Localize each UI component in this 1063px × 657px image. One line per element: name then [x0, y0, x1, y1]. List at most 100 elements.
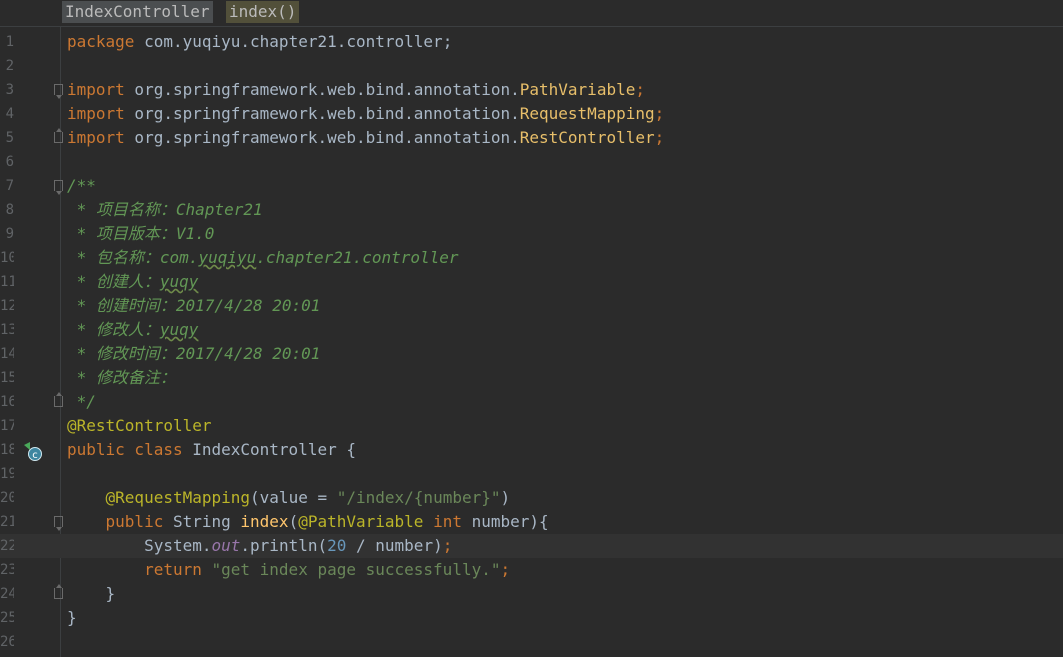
- line-number: 24: [0, 586, 14, 602]
- code-line: 2: [0, 54, 1063, 78]
- semicolon: ;: [500, 560, 511, 579]
- line-number: 22: [0, 538, 14, 554]
- code-text: ): [500, 488, 511, 507]
- code-line: 11 * 创建人：yuqy: [0, 270, 1063, 294]
- semicolon: ;: [654, 104, 665, 123]
- comment-text: * 创建时间：2017/4/28 20:01: [67, 296, 321, 315]
- comment-text: /**: [67, 176, 96, 195]
- line-number: 16: [0, 394, 14, 410]
- code-text: System.: [144, 536, 212, 555]
- code-line: 21 public String index(@PathVariable int…: [0, 510, 1063, 534]
- line-number: 18: [0, 442, 14, 458]
- code-text: (: [288, 512, 299, 531]
- fold-end-icon[interactable]: [54, 392, 63, 407]
- fold-end-icon[interactable]: [54, 584, 63, 599]
- static-field: out: [211, 536, 241, 555]
- fold-toggle-icon[interactable]: [54, 516, 63, 531]
- code-line: 26: [0, 630, 1063, 654]
- line-number: 21: [0, 514, 14, 530]
- breadcrumb-method[interactable]: index(): [226, 1, 300, 23]
- package-keyword: package: [67, 32, 135, 51]
- line-number: 6: [5, 154, 14, 170]
- import-class: RequestMapping: [519, 104, 655, 123]
- keyword: public: [105, 512, 164, 531]
- line-number: 19: [0, 466, 14, 482]
- code-text: .println(: [240, 536, 328, 555]
- comment-text: * 修改时间：2017/4/28 20:01: [67, 344, 321, 363]
- comment-text: yuqiyu: [198, 248, 257, 267]
- number-literal: 20: [327, 536, 347, 555]
- code-line: 9 * 项目版本：V1.0: [0, 222, 1063, 246]
- import-keyword: import: [67, 80, 125, 99]
- comment-text: */: [67, 392, 96, 411]
- line-number: 9: [5, 226, 14, 242]
- annotation: @RequestMapping: [105, 488, 251, 507]
- comment-text: * 修改备注：: [67, 368, 176, 387]
- import-keyword: import: [67, 104, 125, 123]
- code-text: (value =: [250, 488, 337, 507]
- fold-end-icon[interactable]: [54, 128, 63, 143]
- run-class-icon[interactable]: c: [22, 441, 42, 461]
- code-text: }: [67, 584, 116, 603]
- code-text: }: [67, 608, 77, 627]
- string-literal: "get index page successfully.": [201, 560, 501, 579]
- code-line: 1 package com.yuqiyu.chapter21.controlle…: [0, 30, 1063, 54]
- fold-toggle-icon[interactable]: [54, 180, 63, 195]
- code-line: 12 * 创建时间：2017/4/28 20:01: [0, 294, 1063, 318]
- keyword: int: [423, 512, 462, 531]
- breadcrumb-class[interactable]: IndexController: [62, 1, 213, 23]
- code-line: 23 return "get index page successfully."…: [0, 558, 1063, 582]
- code-line: 18 c public class IndexController {: [0, 438, 1063, 462]
- semicolon: ;: [635, 80, 645, 99]
- code-line: 10 * 包名称：com.yuqiyu.chapter21.controller: [0, 246, 1063, 270]
- line-number: 20: [0, 490, 14, 506]
- line-number: 12: [0, 298, 14, 314]
- code-line: 17 @RestController: [0, 414, 1063, 438]
- comment-text: .chapter21.controller: [256, 248, 459, 267]
- code-editor[interactable]: 1 package com.yuqiyu.chapter21.controlle…: [0, 30, 1063, 654]
- comment-text: * 包名称：com.: [67, 248, 199, 267]
- line-number: 10: [0, 250, 14, 266]
- code-line: 15 * 修改备注：: [0, 366, 1063, 390]
- line-number: 23: [0, 562, 14, 578]
- import-class: PathVariable: [519, 80, 636, 99]
- class-name: IndexController {: [182, 440, 356, 459]
- line-number: 15: [0, 370, 14, 386]
- code-line: 8 * 项目名称：Chapter21: [0, 198, 1063, 222]
- line-number: 5: [5, 130, 14, 146]
- import-package: org.springframework.web.bind.annotation.: [124, 128, 520, 147]
- code-line: 19: [0, 462, 1063, 486]
- import-class: RestController: [519, 128, 655, 147]
- code-line: 3 import org.springframework.web.bind.an…: [0, 78, 1063, 102]
- code-line: 25 }: [0, 606, 1063, 630]
- svg-text:c: c: [32, 450, 38, 461]
- code-line: 6: [0, 150, 1063, 174]
- import-package: org.springframework.web.bind.annotation.: [124, 80, 520, 99]
- line-number: 3: [5, 82, 14, 98]
- string-literal: "/index/{number}": [336, 488, 501, 507]
- annotation: @RestController: [67, 416, 212, 435]
- line-number: 8: [5, 202, 14, 218]
- fold-toggle-icon[interactable]: [54, 84, 63, 99]
- line-number: 14: [0, 346, 14, 362]
- line-number: 7: [5, 178, 14, 194]
- semicolon: ;: [442, 536, 453, 555]
- line-number: 4: [5, 106, 14, 122]
- keyword: public class: [67, 440, 183, 459]
- code-line: 7 /**: [0, 174, 1063, 198]
- line-number: 1: [5, 34, 14, 50]
- code-line: 4 import org.springframework.web.bind.an…: [0, 102, 1063, 126]
- code-text: / number): [346, 536, 443, 555]
- comment-text: * 项目名称：Chapter21: [67, 200, 263, 219]
- package-name: com.yuqiyu.chapter21.controller;: [134, 32, 453, 51]
- comment-text: * 项目版本：V1.0: [67, 224, 215, 243]
- code-line: 14 * 修改时间：2017/4/28 20:01: [0, 342, 1063, 366]
- line-number: 11: [0, 274, 14, 290]
- semicolon: ;: [654, 128, 665, 147]
- code-text: number){: [461, 512, 549, 531]
- keyword: return: [144, 560, 202, 579]
- code-line: 13 * 修改人：yuqy: [0, 318, 1063, 342]
- comment-text: yuqy: [159, 272, 199, 291]
